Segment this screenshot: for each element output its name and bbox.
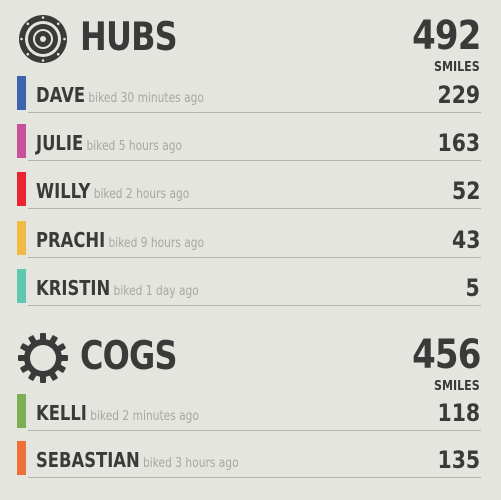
member-row-julie: JULIE biked 5 hours ago 163 <box>0 124 501 161</box>
member-color-bar <box>17 172 26 206</box>
member-name: SEBASTIAN <box>36 448 140 472</box>
member-name: PRACHI <box>36 228 106 252</box>
member-value: 135 <box>437 446 480 474</box>
divider <box>28 112 481 113</box>
member-name: DAVE <box>36 83 86 107</box>
member-row-dave: DAVE biked 30 minutes ago 229 <box>0 76 501 113</box>
member-activity: biked 30 minutes ago <box>88 91 204 106</box>
member-row-kristin: KRISTIN biked 1 day ago 5 <box>0 269 501 306</box>
member-value: 229 <box>437 81 480 109</box>
hub-icon <box>19 15 67 63</box>
divider <box>28 208 481 209</box>
member-activity: biked 2 minutes ago <box>90 409 199 424</box>
member-color-bar <box>17 124 26 158</box>
member-color-bar <box>17 221 26 255</box>
member-row-sebastian: SEBASTIAN biked 3 hours ago 135 <box>0 441 501 478</box>
team-name: COGS <box>80 334 177 379</box>
member-name-line: WILLY biked 2 hours ago <box>36 179 189 207</box>
member-row-willy: WILLY biked 2 hours ago 52 <box>0 172 501 209</box>
team-cogs: COGS 456 SMILES <box>0 319 501 394</box>
divider <box>28 477 481 478</box>
member-value: 118 <box>437 399 480 427</box>
member-activity: biked 2 hours ago <box>93 187 190 202</box>
member-value: 52 <box>451 177 480 205</box>
member-color-bar <box>17 76 26 110</box>
member-row-prachi: PRACHI biked 9 hours ago 43 <box>0 221 501 258</box>
team-total: 492 <box>411 13 481 59</box>
member-name-line: SEBASTIAN biked 3 hours ago <box>36 448 239 476</box>
team-hubs: HUBS 492 SMILES <box>0 0 501 75</box>
member-name-line: PRACHI biked 9 hours ago <box>36 228 204 256</box>
member-value: 163 <box>437 129 480 157</box>
member-name-line: DAVE biked 30 minutes ago <box>36 83 204 111</box>
team-unit: SMILES <box>434 379 480 394</box>
member-name-line: JULIE biked 5 hours ago <box>36 131 182 159</box>
member-activity: biked 5 hours ago <box>86 139 183 154</box>
member-color-bar <box>17 394 26 428</box>
member-row-kelli: KELLI biked 2 minutes ago 118 <box>0 394 501 431</box>
member-activity: biked 3 hours ago <box>143 456 239 471</box>
team-header: COGS 456 SMILES <box>0 319 501 394</box>
member-color-bar <box>17 269 26 303</box>
team-total: 456 <box>411 332 481 378</box>
member-name: WILLY <box>36 179 91 203</box>
member-name-line: KRISTIN biked 1 day ago <box>36 276 199 304</box>
member-color-bar <box>17 441 26 475</box>
member-name: KRISTIN <box>36 276 111 300</box>
member-activity: biked 1 day ago <box>113 284 199 299</box>
member-name: JULIE <box>36 131 84 155</box>
team-unit: SMILES <box>434 60 480 75</box>
divider <box>28 305 481 306</box>
member-value: 43 <box>451 226 480 254</box>
cog-icon <box>18 333 68 383</box>
member-name-line: KELLI biked 2 minutes ago <box>36 401 199 429</box>
team-header: HUBS 492 SMILES <box>0 0 501 75</box>
divider <box>28 430 481 431</box>
divider <box>28 257 481 258</box>
member-name: KELLI <box>36 401 87 425</box>
divider <box>28 160 481 161</box>
member-activity: biked 9 hours ago <box>108 236 205 251</box>
member-value: 5 <box>465 274 480 302</box>
team-name: HUBS <box>80 15 178 60</box>
